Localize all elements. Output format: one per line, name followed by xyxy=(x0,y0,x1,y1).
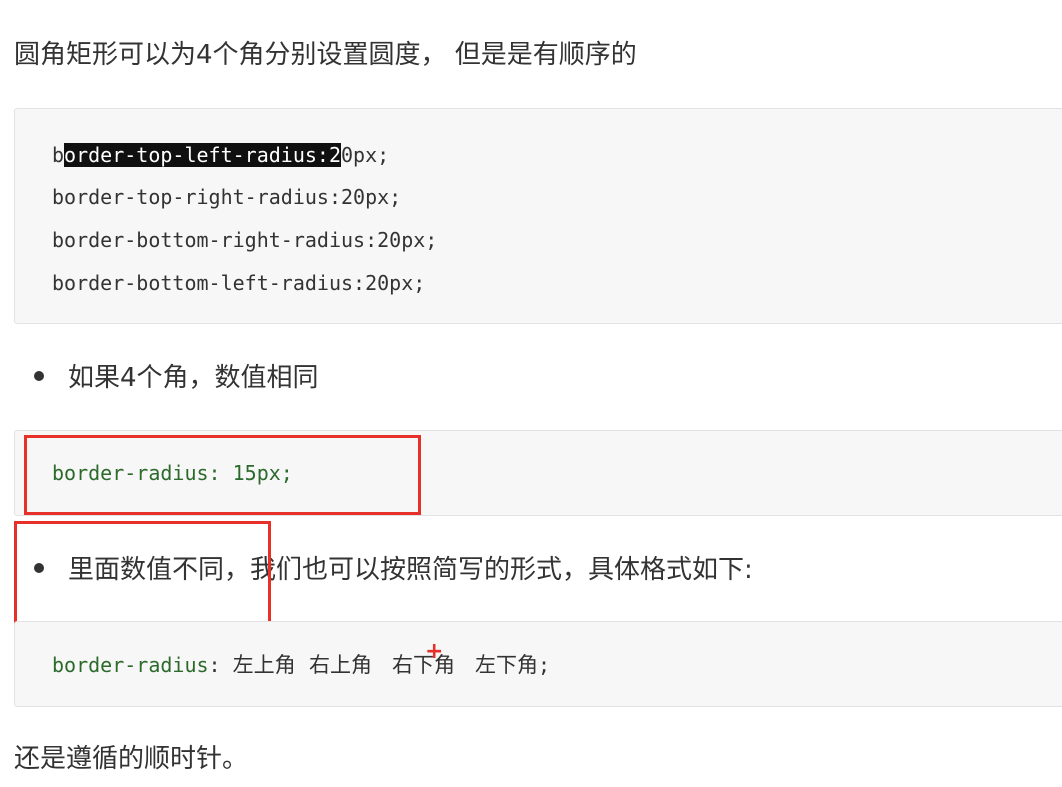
code-text: b xyxy=(52,143,65,167)
text-selection-highlight: order-top-left-radius:2 xyxy=(64,143,341,167)
code-text: 0px; xyxy=(341,143,390,167)
bullet-text: 我们也可以按照简写的形式，具体格式如下: xyxy=(250,555,753,585)
bullet-text: 如果4个角，数值相同 xyxy=(68,363,319,393)
intro-text: 圆角矩形可以为4个角分别设置圆度， 但是是有顺序的 xyxy=(14,40,637,70)
code-line-top-left: border-top-left-radius:20px; xyxy=(52,141,389,169)
annotation-box-text xyxy=(14,521,271,624)
css-property: border-radius xyxy=(52,653,209,677)
bullet-dot xyxy=(34,370,44,381)
code-line-top-right: border-top-right-radius:20px; xyxy=(52,185,402,209)
code-line-bottom-right: border-bottom-right-radius:20px; xyxy=(52,228,438,252)
code-block-individual-radii: border-top-left-radius:20px; border-top-… xyxy=(14,108,1062,324)
css-colon: : xyxy=(208,653,233,677)
corner-order-text: 左上角 右上角 右下角 左下角 xyxy=(232,653,539,677)
annotation-box-code xyxy=(24,435,421,515)
code-line-corner-order: border-radius: 左上角 右上角 右下角 左下角; xyxy=(52,651,550,679)
outro-text: 还是遵循的顺时针。 xyxy=(14,744,249,774)
bullet-item-same-values: 如果4个角，数值相同 xyxy=(34,361,319,395)
code-block-shorthand-order: border-radius: 左上角 右上角 右下角 左下角; xyxy=(14,621,1062,707)
css-semicolon: ; xyxy=(538,653,551,677)
code-line-bottom-left: border-bottom-left-radius:20px; xyxy=(52,271,426,295)
mouse-cursor-icon: + xyxy=(425,639,444,664)
